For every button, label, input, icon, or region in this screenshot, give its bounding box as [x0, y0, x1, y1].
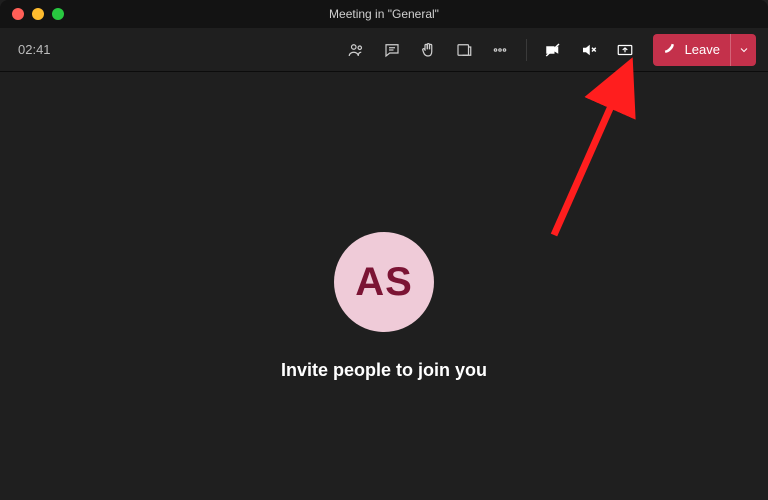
- meeting-stage: AS Invite people to join you: [0, 72, 768, 500]
- meeting-timer: 02:41: [12, 42, 51, 57]
- toolbar-divider: [526, 39, 527, 61]
- mic-toggle-button[interactable]: [573, 34, 605, 66]
- raise-hand-button[interactable]: [412, 34, 444, 66]
- rooms-button[interactable]: [448, 34, 480, 66]
- chat-icon: [383, 41, 401, 59]
- window-title: Meeting in "General": [0, 7, 768, 21]
- chat-button[interactable]: [376, 34, 408, 66]
- leave-menu-button[interactable]: [730, 34, 756, 66]
- leave-label: Leave: [685, 42, 720, 57]
- chevron-down-icon: [738, 44, 750, 56]
- rooms-icon: [455, 41, 473, 59]
- close-window-button[interactable]: [12, 8, 24, 20]
- avatar-initials: AS: [355, 260, 413, 305]
- camera-toggle-button[interactable]: [537, 34, 569, 66]
- share-screen-button[interactable]: [609, 34, 641, 66]
- participant-avatar: AS: [334, 232, 434, 332]
- leave-button-group: Leave: [653, 34, 756, 66]
- camera-off-icon: [544, 41, 562, 59]
- people-icon: [347, 41, 365, 59]
- window-titlebar: Meeting in "General": [0, 0, 768, 28]
- leave-button[interactable]: Leave: [653, 34, 730, 66]
- share-tray-icon: [616, 41, 634, 59]
- minimize-window-button[interactable]: [32, 8, 44, 20]
- more-actions-button[interactable]: [484, 34, 516, 66]
- more-icon: [491, 41, 509, 59]
- hangup-icon: [663, 42, 679, 58]
- speaker-muted-icon: [580, 41, 598, 59]
- maximize-window-button[interactable]: [52, 8, 64, 20]
- participants-button[interactable]: [340, 34, 372, 66]
- hand-icon: [419, 41, 437, 59]
- meeting-toolbar: 02:41 Leave: [0, 28, 768, 72]
- invite-prompt: Invite people to join you: [281, 360, 487, 381]
- window-controls: [0, 8, 64, 20]
